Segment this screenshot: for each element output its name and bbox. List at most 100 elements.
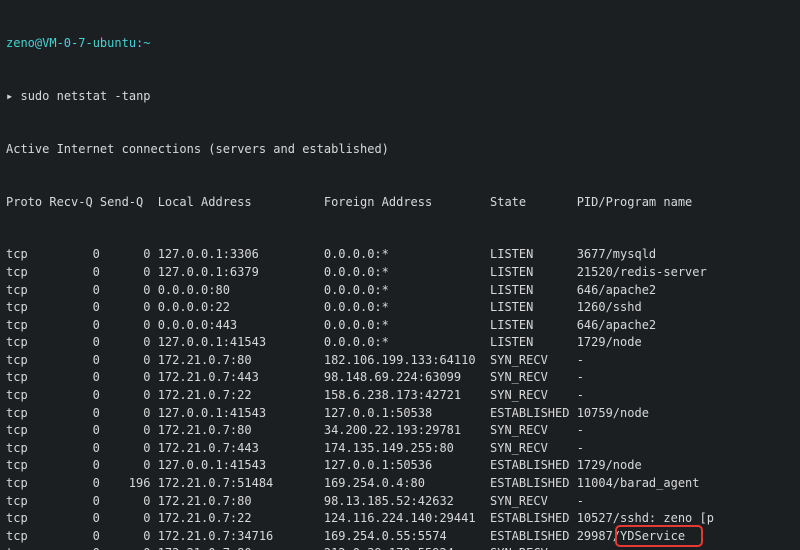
cell-local: 172.21.0.7:80 [158,493,324,511]
cell-sendq: 0 [100,422,151,440]
cell-recvq: 0 [49,369,100,387]
cell-recvq: 0 [49,528,100,546]
header-recvq: Recv-Q [49,194,100,212]
cell-foreign: 0.0.0.0:* [324,246,490,264]
cell-recvq: 0 [49,352,100,370]
cell-pid: 3677/mysqld [577,246,656,264]
table-row: tcp00 172.21.0.7:80212.0.39.170:55924SYN… [6,545,794,550]
cell-sendq: 0 [100,493,151,511]
cell-state: ESTABLISHED [490,475,577,493]
cell-sendq: 0 [100,299,151,317]
cell-pid: 10527/sshd: zeno [p [577,510,714,528]
cell-state: SYN_RECV [490,493,577,511]
cell-recvq: 0 [49,440,100,458]
cell-local: 172.21.0.7:22 [158,510,324,528]
cell-sendq: 0 [100,334,151,352]
table-row: tcp00 127.0.0.1:415430.0.0.0:*LISTEN1729… [6,334,794,352]
table-row: tcp00 172.21.0.7:34716169.254.0.55:5574E… [6,528,794,546]
cell-proto: tcp [6,387,49,405]
cell-local: 0.0.0.0:80 [158,282,324,300]
header-proto: Proto [6,194,49,212]
cell-foreign: 0.0.0.0:* [324,299,490,317]
cell-foreign: 0.0.0.0:* [324,264,490,282]
cell-sendq: 0 [100,352,151,370]
cell-proto: tcp [6,282,49,300]
cell-recvq: 0 [49,405,100,423]
cell-pid: 11004/barad_agent [577,475,700,493]
table-row: tcp00 172.21.0.7:8034.200.22.193:29781SY… [6,422,794,440]
cell-local: 0.0.0.0:22 [158,299,324,317]
cell-recvq: 0 [49,387,100,405]
terminal[interactable]: zeno@VM-0-7-ubuntu:~ ▸ sudo netstat -tan… [0,0,800,550]
cell-recvq: 0 [49,457,100,475]
cell-state: SYN_RECV [490,422,577,440]
cell-sendq: 0 [100,545,151,550]
header-sendq: Send-Q [100,194,151,212]
cell-recvq: 0 [49,510,100,528]
cell-recvq: 0 [49,475,100,493]
cell-state: LISTEN [490,299,577,317]
cell-foreign: 158.6.238.173:42721 [324,387,490,405]
cell-sendq: 0 [100,405,151,423]
cell-sendq: 0 [100,369,151,387]
cell-local: 127.0.0.1:3306 [158,246,324,264]
cell-sendq: 0 [100,510,151,528]
cell-local: 172.21.0.7:80 [158,422,324,440]
cell-foreign: 124.116.224.140:29441 [324,510,490,528]
cell-proto: tcp [6,334,49,352]
table-row: tcp00 127.0.0.1:63790.0.0.0:*LISTEN21520… [6,264,794,282]
cell-local: 172.21.0.7:443 [158,369,324,387]
cell-local: 127.0.0.1:41543 [158,457,324,475]
cell-state: LISTEN [490,334,577,352]
header-row: ProtoRecv-QSend-Q Local AddressForeign A… [6,194,794,212]
table-row: tcp00 172.21.0.7:22124.116.224.140:29441… [6,510,794,528]
cell-foreign: 212.0.39.170:55924 [324,545,490,550]
cell-foreign: 182.106.199.133:64110 [324,352,490,370]
cell-local: 127.0.0.1:41543 [158,334,324,352]
cell-pid: 1260/sshd [577,299,642,317]
table-row: tcp00 172.21.0.7:44398.148.69.224:63099S… [6,369,794,387]
cell-proto: tcp [6,510,49,528]
cell-state: SYN_RECV [490,440,577,458]
prompt-path: ~ [143,36,150,50]
table-row: tcp00 172.21.0.7:22158.6.238.173:42721SY… [6,387,794,405]
cell-pid: - [577,493,584,511]
cell-foreign: 98.148.69.224:63099 [324,369,490,387]
command-line: ▸ sudo netstat -tanp [6,88,794,106]
cell-local: 172.21.0.7:22 [158,387,324,405]
cell-pid: 646/apache2 [577,282,656,300]
cell-local: 172.21.0.7:80 [158,545,324,550]
cell-foreign: 34.200.22.193:29781 [324,422,490,440]
cell-sendq: 0 [100,264,151,282]
cell-pid: 29987/YDService [577,528,685,546]
table-row: tcp00 127.0.0.1:41543127.0.0.1:50536ESTA… [6,457,794,475]
command-text: sudo netstat -tanp [20,89,150,103]
cell-foreign: 98.13.185.52:42632 [324,493,490,511]
cell-recvq: 0 [49,493,100,511]
cell-local: 172.21.0.7:443 [158,440,324,458]
cell-pid: - [577,352,584,370]
cell-proto: tcp [6,457,49,475]
cell-foreign: 0.0.0.0:* [324,317,490,335]
cell-sendq: 0 [100,282,151,300]
cell-sendq: 0 [100,246,151,264]
cell-proto: tcp [6,422,49,440]
cell-pid: - [577,440,584,458]
cell-pid: - [577,369,584,387]
cell-recvq: 0 [49,264,100,282]
cell-state: ESTABLISHED [490,510,577,528]
cell-proto: tcp [6,528,49,546]
cell-recvq: 0 [49,299,100,317]
cell-state: LISTEN [490,282,577,300]
cell-recvq: 0 [49,422,100,440]
cell-local: 127.0.0.1:6379 [158,264,324,282]
cell-foreign: 127.0.0.1:50538 [324,405,490,423]
banner-line: Active Internet connections (servers and… [6,141,794,159]
prompt-user-host: zeno@VM-0-7-ubuntu [6,36,136,50]
table-row: tcp00 0.0.0.0:4430.0.0.0:*LISTEN646/apac… [6,317,794,335]
header-pid: PID/Program name [577,194,693,212]
cell-pid: 646/apache2 [577,317,656,335]
table-row: tcp00 0.0.0.0:220.0.0.0:*LISTEN1260/sshd [6,299,794,317]
cell-local: 0.0.0.0:443 [158,317,324,335]
table-row: tcp00 172.21.0.7:443174.135.149.255:80SY… [6,440,794,458]
